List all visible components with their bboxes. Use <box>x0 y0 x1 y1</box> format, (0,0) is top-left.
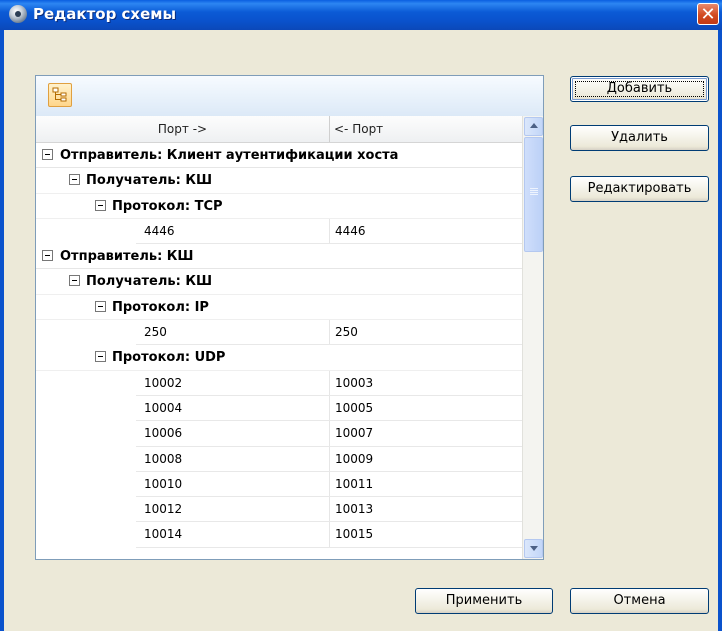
column-header-port-in[interactable]: <- Порт <box>330 116 522 142</box>
scroll-down-button[interactable] <box>524 539 543 558</box>
group-label: Протокол: UDP <box>112 350 226 366</box>
grid-header: Порт -> <- Порт <box>36 116 522 143</box>
port-row[interactable]: 250 250 <box>36 320 522 346</box>
group-row[interactable]: Протокол: UDP <box>36 345 522 371</box>
group-label: Получатель: КШ <box>86 173 213 189</box>
group-row[interactable]: Получатель: КШ <box>36 168 522 194</box>
group-label: Получатель: КШ <box>86 274 213 290</box>
port-out-cell: 10008 <box>144 451 183 466</box>
scheme-panel: Порт -> <- Порт Отправитель: Клиент ауте… <box>35 75 544 560</box>
port-in-cell: 250 <box>335 325 358 340</box>
app-icon <box>9 5 27 23</box>
port-row[interactable]: 10002 10003 <box>36 370 522 396</box>
group-row[interactable]: Получатель: КШ <box>36 269 522 295</box>
collapse-icon[interactable] <box>69 174 80 186</box>
port-row[interactable]: 10008 10009 <box>36 446 522 472</box>
group-label: Отправитель: КШ <box>60 249 194 265</box>
grid-rows: Отправитель: Клиент аутентификации хоста… <box>36 143 522 559</box>
port-row[interactable]: 10010 10011 <box>36 471 522 498</box>
port-out-cell: 10004 <box>144 400 183 415</box>
group-label: Протокол: IP <box>112 299 209 315</box>
port-in-cell: 10011 <box>335 476 374 491</box>
vertical-scrollbar[interactable] <box>522 116 543 559</box>
group-row[interactable]: Протокол: IP <box>36 295 522 321</box>
edit-button[interactable]: Редактировать <box>570 176 709 202</box>
tree-view-toggle[interactable] <box>48 83 72 107</box>
port-in-cell: 10003 <box>335 375 374 390</box>
port-in-cell: 10005 <box>335 400 374 415</box>
collapse-icon[interactable] <box>42 149 53 160</box>
group-label: Отправитель: Клиент аутентификации хоста <box>60 148 399 163</box>
panel-toolbar <box>36 76 543 117</box>
collapse-icon[interactable] <box>95 351 106 363</box>
title-bar: Редактор схемы ✕ <box>0 0 722 30</box>
port-in-cell: 10015 <box>335 527 374 542</box>
group-label: Протокол: TCP <box>112 198 223 214</box>
port-out-cell: 10006 <box>144 426 183 441</box>
collapse-icon[interactable] <box>42 250 53 262</box>
port-in-cell: 10009 <box>335 451 374 466</box>
scroll-up-button[interactable] <box>524 117 543 136</box>
port-out-cell: 4446 <box>144 223 175 238</box>
port-row[interactable]: 10012 10013 <box>36 497 522 523</box>
tree-view-icon <box>52 87 67 102</box>
collapse-icon[interactable] <box>95 199 106 211</box>
close-button[interactable]: ✕ <box>697 3 719 25</box>
port-row[interactable]: 10006 10007 <box>36 421 522 447</box>
port-in-cell: 10007 <box>335 426 374 441</box>
port-row[interactable]: 10004 10005 <box>36 395 522 422</box>
collapse-icon[interactable] <box>69 275 80 287</box>
scroll-thumb[interactable] <box>524 137 543 252</box>
port-out-cell: 10012 <box>144 502 183 517</box>
port-row[interactable]: 10014 10015 <box>36 522 522 548</box>
cancel-button[interactable]: Отмена <box>570 588 709 614</box>
port-in-cell: 10013 <box>335 502 374 517</box>
group-row[interactable]: Отправитель: КШ <box>36 244 522 270</box>
port-row[interactable]: 4446 4446 <box>36 218 522 245</box>
port-in-cell: 4446 <box>335 223 366 238</box>
port-out-cell: 250 <box>144 325 167 340</box>
delete-button[interactable]: Удалить <box>570 125 709 151</box>
column-header-port-out[interactable]: Порт -> <box>36 116 330 142</box>
collapse-icon[interactable] <box>95 300 106 312</box>
port-out-cell: 10010 <box>144 476 183 491</box>
group-row[interactable]: Отправитель: Клиент аутентификации хоста <box>36 143 522 169</box>
window-title: Редактор схемы <box>33 5 177 23</box>
add-button[interactable]: Добавить <box>570 76 709 102</box>
group-row[interactable]: Протокол: TCP <box>36 194 522 219</box>
port-out-cell: 10014 <box>144 527 183 542</box>
apply-button[interactable]: Применить <box>415 588 553 614</box>
port-out-cell: 10002 <box>144 375 183 390</box>
